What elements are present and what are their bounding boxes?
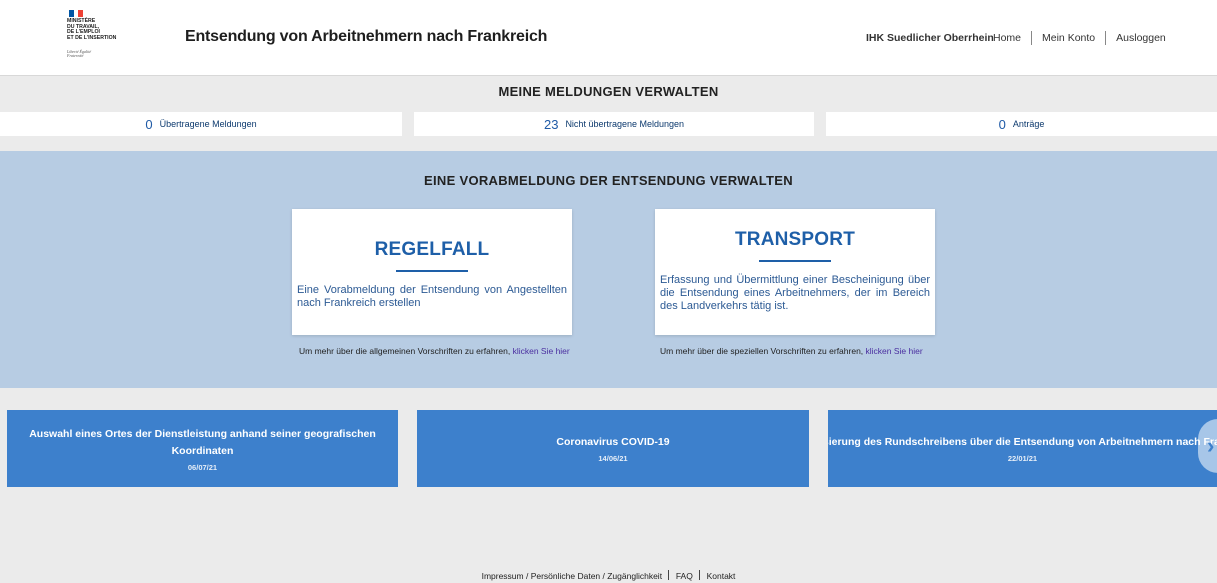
news-title: Auswahl eines Ortes der Dienstleistung a…: [29, 427, 376, 457]
footer-legal-links[interactable]: Impressum / Persönliche Daten / Zugängli…: [482, 571, 662, 581]
meldungen-label: Anträge: [1012, 119, 1045, 129]
meldungen-count: 23: [543, 116, 559, 132]
card-text: Eine Vorabmeldung der Entsendung von Ang…: [297, 284, 567, 309]
nav-logout-link[interactable]: Ausloggen: [1116, 30, 1166, 46]
footer-faq-link[interactable]: FAQ: [676, 571, 693, 581]
chevron-right-icon: ›: [1207, 433, 1215, 458]
meldungen-count: 0: [998, 116, 1006, 132]
card-title: TRANSPORT: [734, 229, 856, 250]
card-divider: [396, 270, 468, 272]
nav-account-link[interactable]: Mein Konto: [1042, 30, 1095, 46]
nav-home-link[interactable]: Home: [993, 30, 1021, 46]
meldungen-count: 0: [145, 116, 153, 132]
footer-contact-link[interactable]: Kontakt: [707, 571, 736, 581]
site-title: Entsendung von Arbeitnehmern nach Frankr…: [185, 28, 548, 45]
card-title: REGELFALL: [374, 239, 490, 260]
meldungen-transmitted[interactable]: 0 Übertragene Meldungen: [0, 112, 402, 136]
news-date: 06/07/21: [187, 462, 218, 472]
meldungen-label: Übertragene Meldungen: [159, 119, 257, 129]
top-nav: Home Mein Konto Ausloggen: [993, 30, 1166, 46]
logo-motto: Liberté Égalité Fraternité: [67, 49, 92, 59]
footer-separator: [699, 570, 701, 580]
news-title: Aktualisierung des Rundschreibens über d…: [828, 436, 1217, 448]
news-title: Coronavirus COVID-19: [556, 436, 670, 448]
header: MINISTÈRE DU TRAVAIL, DE L'EMPLOI ET DE …: [0, 0, 1217, 76]
more-info-regelfall: Um mehr über die allgemeinen Vorschrifte…: [299, 346, 570, 356]
card-transport[interactable]: TRANSPORT Erfassung und Übermittlung ein…: [655, 209, 935, 335]
meldungen-requests[interactable]: 0 Anträge: [826, 112, 1217, 136]
card-regelfall[interactable]: REGELFALL Eine Vorabmeldung der Entsendu…: [292, 209, 572, 335]
logo-text: MINISTÈRE DU TRAVAIL, DE L'EMPLOI ET DE …: [67, 18, 117, 41]
footer: Impressum / Persönliche Daten / Zugängli…: [0, 570, 1217, 581]
user-name: IHK Suedlicher Oberrhein: [866, 32, 994, 44]
meldungen-title: MEINE MELDUNGEN VERWALTEN: [498, 84, 719, 99]
news-date: 22/01/21: [1007, 454, 1038, 463]
more-info-link[interactable]: klicken Sie hier: [513, 346, 570, 356]
meldungen-label: Nicht übertragene Meldungen: [565, 119, 685, 129]
nav-separator: [1105, 31, 1107, 45]
footer-separator: [668, 570, 670, 580]
nav-separator: [1031, 31, 1033, 45]
french-flag-icon: [69, 10, 84, 17]
vorabmeldung-title: EINE VORABMELDUNG DER ENTSENDUNG VERWALT…: [424, 173, 793, 188]
news-tile[interactable]: Aktualisierung des Rundschreibens über d…: [828, 410, 1217, 487]
news-tile[interactable]: Auswahl eines Ortes der Dienstleistung a…: [7, 410, 398, 487]
more-info-link[interactable]: klicken Sie hier: [866, 346, 923, 356]
meldungen-not-transmitted[interactable]: 23 Nicht übertragene Meldungen: [414, 112, 814, 136]
news-date: 14/06/21: [598, 454, 628, 463]
more-info-transport: Um mehr über die speziellen Vorschriften…: [660, 346, 923, 356]
news-tile[interactable]: Coronavirus COVID-19 14/06/21: [417, 410, 809, 487]
card-divider: [759, 260, 831, 262]
card-text: Erfassung und Übermittlung einer Beschei…: [660, 274, 930, 312]
ministry-logo[interactable]: MINISTÈRE DU TRAVAIL, DE L'EMPLOI ET DE …: [62, 7, 142, 69]
